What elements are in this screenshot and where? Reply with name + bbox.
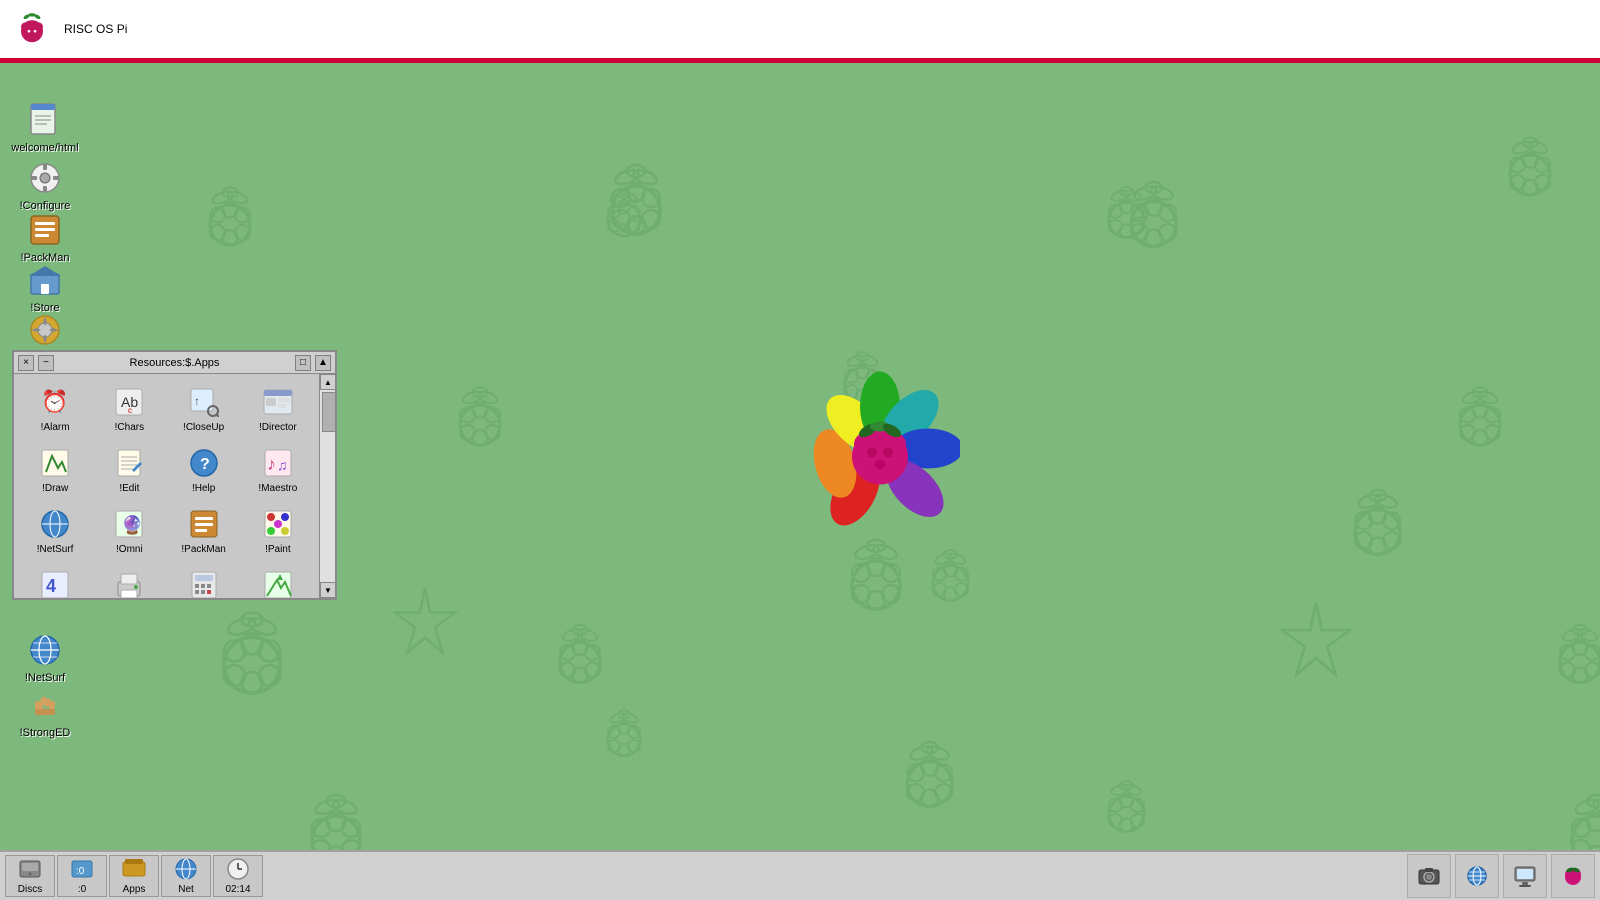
- logo-risc-os: RISC OS: [64, 22, 117, 36]
- app-help[interactable]: ? !Help: [167, 439, 241, 500]
- svg-text:?: ?: [200, 456, 210, 473]
- taskbar-right: [1407, 854, 1595, 898]
- app-printers[interactable]: !Printers: [92, 561, 166, 598]
- app-pipedream[interactable]: 4 !PipeDream: [18, 561, 92, 598]
- topbar: RISC OS Pi: [0, 0, 1600, 60]
- desktop: RISC OS Pi welcome/html !Configure !Pack…: [0, 0, 1600, 900]
- taskbar-drive[interactable]: :0 :0: [57, 855, 107, 897]
- logo-text: RISC OS Pi: [64, 22, 127, 36]
- topbar-red-line: [0, 60, 1600, 63]
- desktop-icon-store[interactable]: !Store: [10, 260, 80, 314]
- app-edit[interactable]: !Edit: [92, 439, 166, 500]
- app-closeup[interactable]: ↑ !CloseUp: [167, 378, 241, 439]
- taskbar: Discs :0 :0 Apps Net 02:14: [0, 850, 1600, 900]
- svg-text:♪: ♪: [267, 454, 276, 474]
- app-squash[interactable]: !Squash: [241, 561, 315, 598]
- stronged-desk-label: !StrongED: [20, 727, 71, 739]
- taskbar-clock-label: 02:14: [225, 884, 250, 895]
- scroll-down-button[interactable]: ▼: [320, 582, 336, 598]
- svg-text:c: c: [128, 406, 132, 415]
- netsurf-desk-icon: [25, 630, 65, 670]
- file-manager-window: × − Resources:$.Apps □ ▲ ⏰ !Alarm Abc: [12, 350, 337, 600]
- app-help-label: !Help: [192, 483, 215, 494]
- net-icon: [174, 857, 198, 884]
- clock-icon: [226, 857, 250, 884]
- desktop-icon-welcome[interactable]: welcome/html: [10, 100, 80, 154]
- app-packman-win-label: !PackMan: [181, 544, 225, 555]
- welcome-icon: [25, 100, 65, 140]
- netsurf-desk-label: !NetSurf: [25, 672, 65, 684]
- svg-text:↑: ↑: [194, 394, 200, 408]
- taskbar-clock[interactable]: 02:14: [213, 855, 263, 897]
- app-netsurf-label: !NetSurf: [37, 544, 74, 555]
- app-director[interactable]: !Director: [241, 378, 315, 439]
- store-icon: [25, 260, 65, 300]
- window-maximize-button[interactable]: ▲: [315, 355, 331, 371]
- app-draw-label: !Draw: [42, 483, 68, 494]
- app-scicalc[interactable]: !SciCalc: [167, 561, 241, 598]
- svg-text:🔮: 🔮: [121, 514, 143, 535]
- app-packman-win[interactable]: !PackMan: [167, 500, 241, 561]
- apps-icon: [122, 857, 146, 884]
- scroll-thumb[interactable]: [322, 392, 336, 432]
- taskbar-display[interactable]: [1503, 854, 1547, 898]
- app-alarm-label: !Alarm: [41, 422, 70, 433]
- configure-icon: [25, 158, 65, 198]
- svg-text:♫: ♫: [277, 457, 288, 473]
- app-alarm[interactable]: ⏰ !Alarm: [18, 378, 92, 439]
- welcome-label: welcome/html: [11, 142, 78, 154]
- drive-icon: :0: [70, 857, 94, 884]
- taskbar-apps[interactable]: Apps: [109, 855, 159, 897]
- window-titlebar[interactable]: × − Resources:$.Apps □ ▲: [14, 352, 335, 374]
- taskbar-apps-label: Apps: [123, 884, 146, 895]
- app-omni[interactable]: 🔮 !Omni: [92, 500, 166, 561]
- app-maestro[interactable]: ♪♫ !Maestro: [241, 439, 315, 500]
- packman-icon: [25, 210, 65, 250]
- desktop-icon-netsurf[interactable]: !NetSurf: [10, 630, 80, 684]
- taskbar-discs-label: Discs: [18, 884, 42, 895]
- taskbar-raspberry[interactable]: [1551, 854, 1595, 898]
- desktop-icon-configure[interactable]: !Configure: [10, 158, 80, 212]
- nutpi-icon: [25, 310, 65, 350]
- stronged-desk-icon: [25, 685, 65, 725]
- app-edit-label: !Edit: [119, 483, 139, 494]
- scroll-track: [320, 390, 335, 582]
- logo-pi: Pi: [117, 22, 128, 36]
- app-omni-label: !Omni: [116, 544, 143, 555]
- window-close-button[interactable]: ×: [18, 355, 34, 371]
- taskbar-globe[interactable]: [1455, 854, 1499, 898]
- app-maestro-label: !Maestro: [258, 483, 297, 494]
- taskbar-discs[interactable]: Discs: [5, 855, 55, 897]
- app-netsurf[interactable]: !NetSurf: [18, 500, 92, 561]
- desktop-icon-stronged[interactable]: !StrongED: [10, 685, 80, 739]
- window-title: Resources:$.Apps: [54, 357, 295, 369]
- window-scrollbar[interactable]: ▲ ▼: [319, 374, 335, 598]
- scroll-up-button[interactable]: ▲: [320, 374, 336, 390]
- app-director-label: !Director: [259, 422, 297, 433]
- app-chars-label: !Chars: [115, 422, 144, 433]
- center-raspberry-logo: [800, 369, 960, 532]
- window-content: ⏰ !Alarm Abc !Chars ↑ !CloseUp: [14, 374, 319, 598]
- taskbar-net[interactable]: Net: [161, 855, 211, 897]
- svg-text:4: 4: [46, 576, 56, 596]
- window-resize-button[interactable]: □: [295, 355, 311, 371]
- logo-container: RISC OS Pi: [10, 7, 127, 51]
- app-paint-label: !Paint: [265, 544, 291, 555]
- app-paint[interactable]: !Paint: [241, 500, 315, 561]
- taskbar-camera[interactable]: [1407, 854, 1451, 898]
- app-chars[interactable]: Abc !Chars: [92, 378, 166, 439]
- desktop-icon-packman[interactable]: !PackMan: [10, 210, 80, 264]
- discs-icon: [18, 857, 42, 884]
- raspberry-logo: [10, 7, 54, 51]
- window-toggle-button[interactable]: −: [38, 355, 54, 371]
- svg-text::0: :0: [76, 866, 85, 877]
- app-closeup-label: !CloseUp: [183, 422, 224, 433]
- app-draw[interactable]: !Draw: [18, 439, 92, 500]
- taskbar-drive-label: :0: [78, 884, 86, 895]
- taskbar-net-label: Net: [178, 884, 194, 895]
